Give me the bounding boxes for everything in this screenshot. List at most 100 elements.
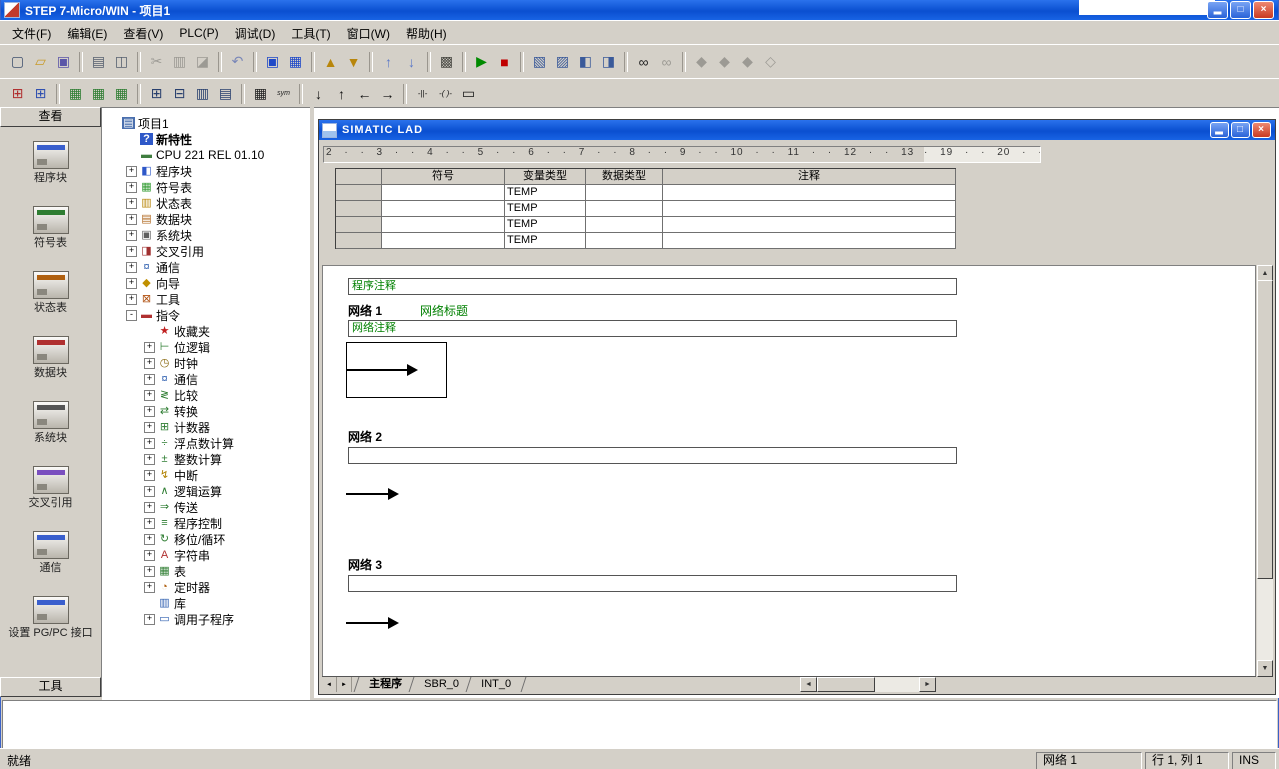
var-type-cell[interactable]: TEMP	[505, 201, 586, 217]
tree-expand-toggle[interactable]: +	[126, 166, 137, 177]
nav-symbol-table[interactable]: 符号表	[2, 206, 100, 249]
save-project-icon[interactable]: ▣	[52, 51, 75, 73]
tree-item-system-block[interactable]: + ▣ 系统块	[102, 227, 310, 243]
scroll-left-icon[interactable]: ◄	[800, 677, 817, 692]
tree-item-table[interactable]: + ▦ 表	[102, 563, 310, 579]
tab-main-program[interactable]: 主程序	[354, 677, 418, 692]
line-up-icon[interactable]: ↑	[330, 83, 353, 105]
line-down-icon[interactable]: ↓	[307, 83, 330, 105]
lad-title-bar[interactable]: SIMATIC LAD ▂ □ ×	[319, 120, 1275, 140]
data-type-cell[interactable]	[586, 217, 663, 233]
tree-expand-toggle[interactable]: +	[126, 294, 137, 305]
nav-set-pg-pc-interface[interactable]: 设置 PG/PC 接口	[2, 596, 100, 639]
tree-item-interrupt[interactable]: + ↯ 中断	[102, 467, 310, 483]
insert-contact-icon[interactable]: -||-	[411, 83, 434, 105]
line-left-icon[interactable]: ←	[353, 83, 376, 105]
nav-footer-tools[interactable]: 工具	[0, 677, 101, 697]
tree-item-bit-logic[interactable]: + ⊢ 位逻辑	[102, 339, 310, 355]
tree-expand-toggle[interactable]: +	[144, 502, 155, 513]
tree-item-symbol-table[interactable]: + ▦ 符号表	[102, 179, 310, 195]
nav-program-block[interactable]: 程序块	[2, 141, 100, 184]
download-icon[interactable]: ▼	[342, 51, 365, 73]
data-type-cell[interactable]	[586, 185, 663, 201]
absolute-addressing-icon[interactable]: ⊞	[6, 83, 29, 105]
menu-plc[interactable]: PLC(P)	[171, 23, 226, 43]
tree-item-communications[interactable]: + ¤ 通信	[102, 259, 310, 275]
program-comment-box[interactable]: 程序注释	[348, 278, 957, 295]
toggle-symbol-table-icon[interactable]: ▦	[110, 83, 133, 105]
nav-status-chart[interactable]: 状态表	[2, 271, 100, 314]
tab-sbr0[interactable]: SBR_0	[409, 677, 475, 692]
tree-expand-toggle[interactable]: +	[144, 390, 155, 401]
tree-expand-toggle[interactable]: +	[126, 262, 137, 273]
tree-item-integer-math[interactable]: + ± 整数计算	[102, 451, 310, 467]
menu-help[interactable]: 帮助(H)	[398, 22, 455, 45]
toggle-symbol-comments-icon[interactable]: sym	[272, 83, 295, 105]
toggle-bookmark-icon[interactable]: ◆	[690, 51, 713, 73]
tree-item-compare[interactable]: + ≷ 比较	[102, 387, 310, 403]
maximize-button[interactable]: □	[1230, 1, 1251, 19]
paste-icon[interactable]: ◪	[191, 51, 214, 73]
scroll-down-icon[interactable]: ▼	[1257, 660, 1273, 677]
nav-data-block[interactable]: 数据块	[2, 336, 100, 379]
tree-expand-toggle[interactable]: +	[144, 550, 155, 561]
tree-expand-toggle[interactable]: +	[126, 182, 137, 193]
compile-icon[interactable]: ▣	[261, 51, 284, 73]
network-1-comment-box[interactable]: 网络注释	[348, 320, 957, 337]
menu-file[interactable]: 文件(F)	[4, 22, 59, 45]
tree-expand-toggle[interactable]: +	[144, 422, 155, 433]
comment-cell[interactable]	[663, 185, 956, 201]
tree-item-floating-point-math[interactable]: + ÷ 浮点数计算	[102, 435, 310, 451]
network-2-comment-box[interactable]	[348, 447, 957, 464]
tree-item-status-chart[interactable]: + ▥ 状态表	[102, 195, 310, 211]
open-project-icon[interactable]: ▱	[29, 51, 52, 73]
tree-item-timers[interactable]: + ◔ 定时器	[102, 579, 310, 595]
tree-expand-toggle[interactable]: +	[126, 214, 137, 225]
tab-int0[interactable]: INT_0	[465, 677, 526, 692]
nav-system-block[interactable]: 系统块	[2, 401, 100, 444]
symbol-cell[interactable]	[382, 233, 505, 249]
tree-item-program-block[interactable]: + ◧ 程序块	[102, 163, 310, 179]
insert-row-icon[interactable]: ▥	[191, 83, 214, 105]
tree-expand-toggle[interactable]: +	[144, 486, 155, 497]
menu-edit[interactable]: 编辑(E)	[59, 22, 115, 45]
tree-expand-toggle[interactable]: +	[144, 438, 155, 449]
network-1-selection-cursor[interactable]	[346, 342, 447, 398]
var-type-cell[interactable]: TEMP	[505, 185, 586, 201]
row-selector-cell[interactable]	[336, 217, 382, 233]
line-right-icon[interactable]: →	[376, 83, 399, 105]
tree-expand-toggle[interactable]: +	[126, 278, 137, 289]
tree-item-wizards[interactable]: + ◆ 向导	[102, 275, 310, 291]
nav-communications[interactable]: 通信	[2, 531, 100, 574]
tree-expand-toggle[interactable]: +	[144, 470, 155, 481]
insert-box-icon[interactable]: ▭	[457, 83, 480, 105]
network-1-title[interactable]: 网络标题	[420, 304, 468, 318]
tree-item-libraries[interactable]: ▥ 库	[102, 595, 310, 611]
horizontal-scrollbar[interactable]: ◄ ►	[800, 677, 936, 692]
nav-header-view[interactable]: 查看	[0, 107, 101, 127]
tree-item-program-control[interactable]: + ≡ 程序控制	[102, 515, 310, 531]
chart-status-icon[interactable]: ◧	[574, 51, 597, 73]
cut-icon[interactable]: ✂	[145, 51, 168, 73]
tree-expand-toggle[interactable]: -	[126, 310, 137, 321]
network-3-comment-box[interactable]	[348, 575, 957, 592]
tree-expand-toggle[interactable]: +	[144, 454, 155, 465]
tree-expand-toggle[interactable]: +	[144, 406, 155, 417]
tab-scroll-left-icon[interactable]: ◄	[322, 677, 337, 692]
lad-maximize-button[interactable]: □	[1231, 122, 1250, 138]
tree-item-convert[interactable]: + ⇄ 转换	[102, 403, 310, 419]
program-status-icon[interactable]: ▧	[528, 51, 551, 73]
title-bar[interactable]: STEP 7-Micro/WIN - 项目1 ▂ □ ×	[1, 0, 1278, 20]
menu-view[interactable]: 查看(V)	[115, 22, 171, 45]
delete-network-icon[interactable]: ⊟	[168, 83, 191, 105]
tree-expand-toggle[interactable]: +	[144, 358, 155, 369]
print-icon[interactable]: ▤	[87, 51, 110, 73]
insert-coil-icon[interactable]: -( )-	[434, 83, 457, 105]
tree-item-communications-instr[interactable]: + ¤ 通信	[102, 371, 310, 387]
tree-item-clock[interactable]: + ◷ 时钟	[102, 355, 310, 371]
options-icon[interactable]: ▩	[435, 51, 458, 73]
row-selector-cell[interactable]	[336, 201, 382, 217]
row-selector-cell[interactable]	[336, 233, 382, 249]
previous-bookmark-icon[interactable]: ◆	[736, 51, 759, 73]
sort-descending-icon[interactable]: ↓	[400, 51, 423, 73]
